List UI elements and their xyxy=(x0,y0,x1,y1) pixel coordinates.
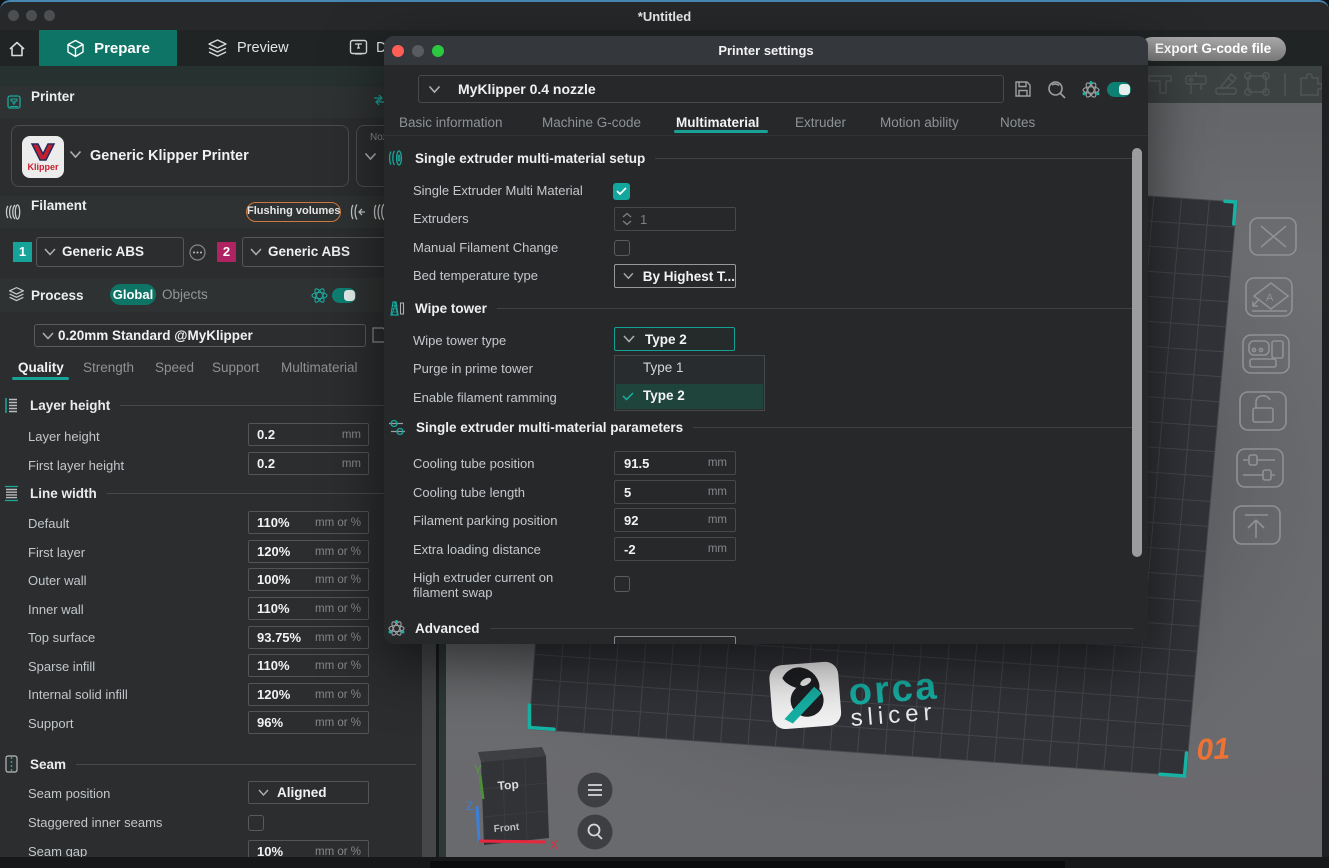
svg-text:Z: Z xyxy=(466,799,473,813)
svg-text:Top: Top xyxy=(497,777,519,793)
svg-text:01: 01 xyxy=(1196,732,1231,767)
svg-text:X: X xyxy=(550,838,558,852)
svg-text:A: A xyxy=(1266,292,1274,304)
svg-text:Klipper: Klipper xyxy=(27,162,59,172)
svg-text:Y: Y xyxy=(474,763,482,777)
svg-text:Front: Front xyxy=(493,822,520,835)
